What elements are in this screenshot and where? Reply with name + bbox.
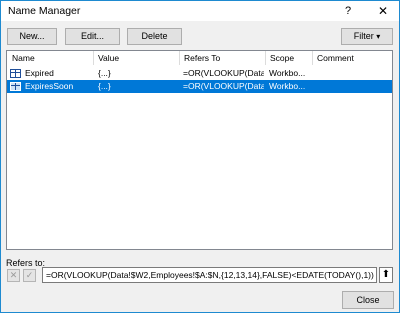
row-comment <box>316 80 391 93</box>
table-row-expired[interactable]: Expired {...} =OR(VLOOKUP(Data... Workbo… <box>7 67 392 80</box>
filter-button[interactable]: Filter ▾ <box>341 28 393 45</box>
new-button-label: New... <box>19 31 45 41</box>
edit-button[interactable]: Edit... <box>65 28 120 45</box>
table-row-expiressoon[interactable]: ExpiresSoon {...} =OR(VLOOKUP(Data... Wo… <box>7 80 392 93</box>
row-refers-to: =OR(VLOOKUP(Data... <box>183 81 264 91</box>
row-name: Expired <box>25 68 54 78</box>
column-header-value[interactable]: Value <box>93 51 179 65</box>
row-name: ExpiresSoon <box>25 81 74 91</box>
delete-button[interactable]: Delete <box>127 28 182 45</box>
filter-button-label: Filter <box>353 31 374 41</box>
column-header-refers-to[interactable]: Refers To <box>179 51 265 65</box>
new-button[interactable]: New... <box>7 28 57 45</box>
names-list[interactable]: Name Value Refers To Scope Comment Expir… <box>6 50 393 250</box>
refers-to-label: Refers to: <box>6 258 46 268</box>
refers-to-formula: =OR(VLOOKUP(Data!$W2,Employees!$A:$N,{12… <box>46 270 374 280</box>
column-header-scope[interactable]: Scope <box>265 51 312 65</box>
row-scope: Workbo... <box>269 68 306 78</box>
refers-to-input[interactable]: =OR(VLOOKUP(Data!$W2,Employees!$A:$N,{12… <box>42 267 377 283</box>
defined-name-icon <box>10 82 21 91</box>
delete-button-label: Delete <box>141 31 168 41</box>
title-bar: Name Manager ? ✕ <box>1 1 399 21</box>
name-manager-dialog: Name Manager ? ✕ New... Edit... Delete F… <box>0 0 400 313</box>
row-value: {...} <box>98 68 111 78</box>
chevron-down-icon: ▾ <box>376 32 381 41</box>
dialog-title: Name Manager <box>8 5 81 17</box>
row-scope: Workbo... <box>269 81 306 91</box>
column-header-comment[interactable]: Comment <box>312 51 392 65</box>
collapse-dialog-icon[interactable]: ⬆ <box>379 267 393 283</box>
close-button-label: Close <box>356 295 380 305</box>
column-header-name[interactable]: Name <box>7 51 93 65</box>
help-button[interactable]: ? <box>339 3 357 19</box>
row-refers-to: =OR(VLOOKUP(Data... <box>183 68 264 78</box>
cancel-edit-icon[interactable]: ✕ <box>7 269 20 282</box>
row-value: {...} <box>98 81 111 91</box>
edit-button-label: Edit... <box>80 31 104 41</box>
defined-name-icon <box>10 69 21 78</box>
row-comment <box>316 67 391 80</box>
close-window-button[interactable]: ✕ <box>374 3 392 19</box>
close-button[interactable]: Close <box>342 291 394 309</box>
confirm-edit-icon[interactable]: ✓ <box>23 269 36 282</box>
